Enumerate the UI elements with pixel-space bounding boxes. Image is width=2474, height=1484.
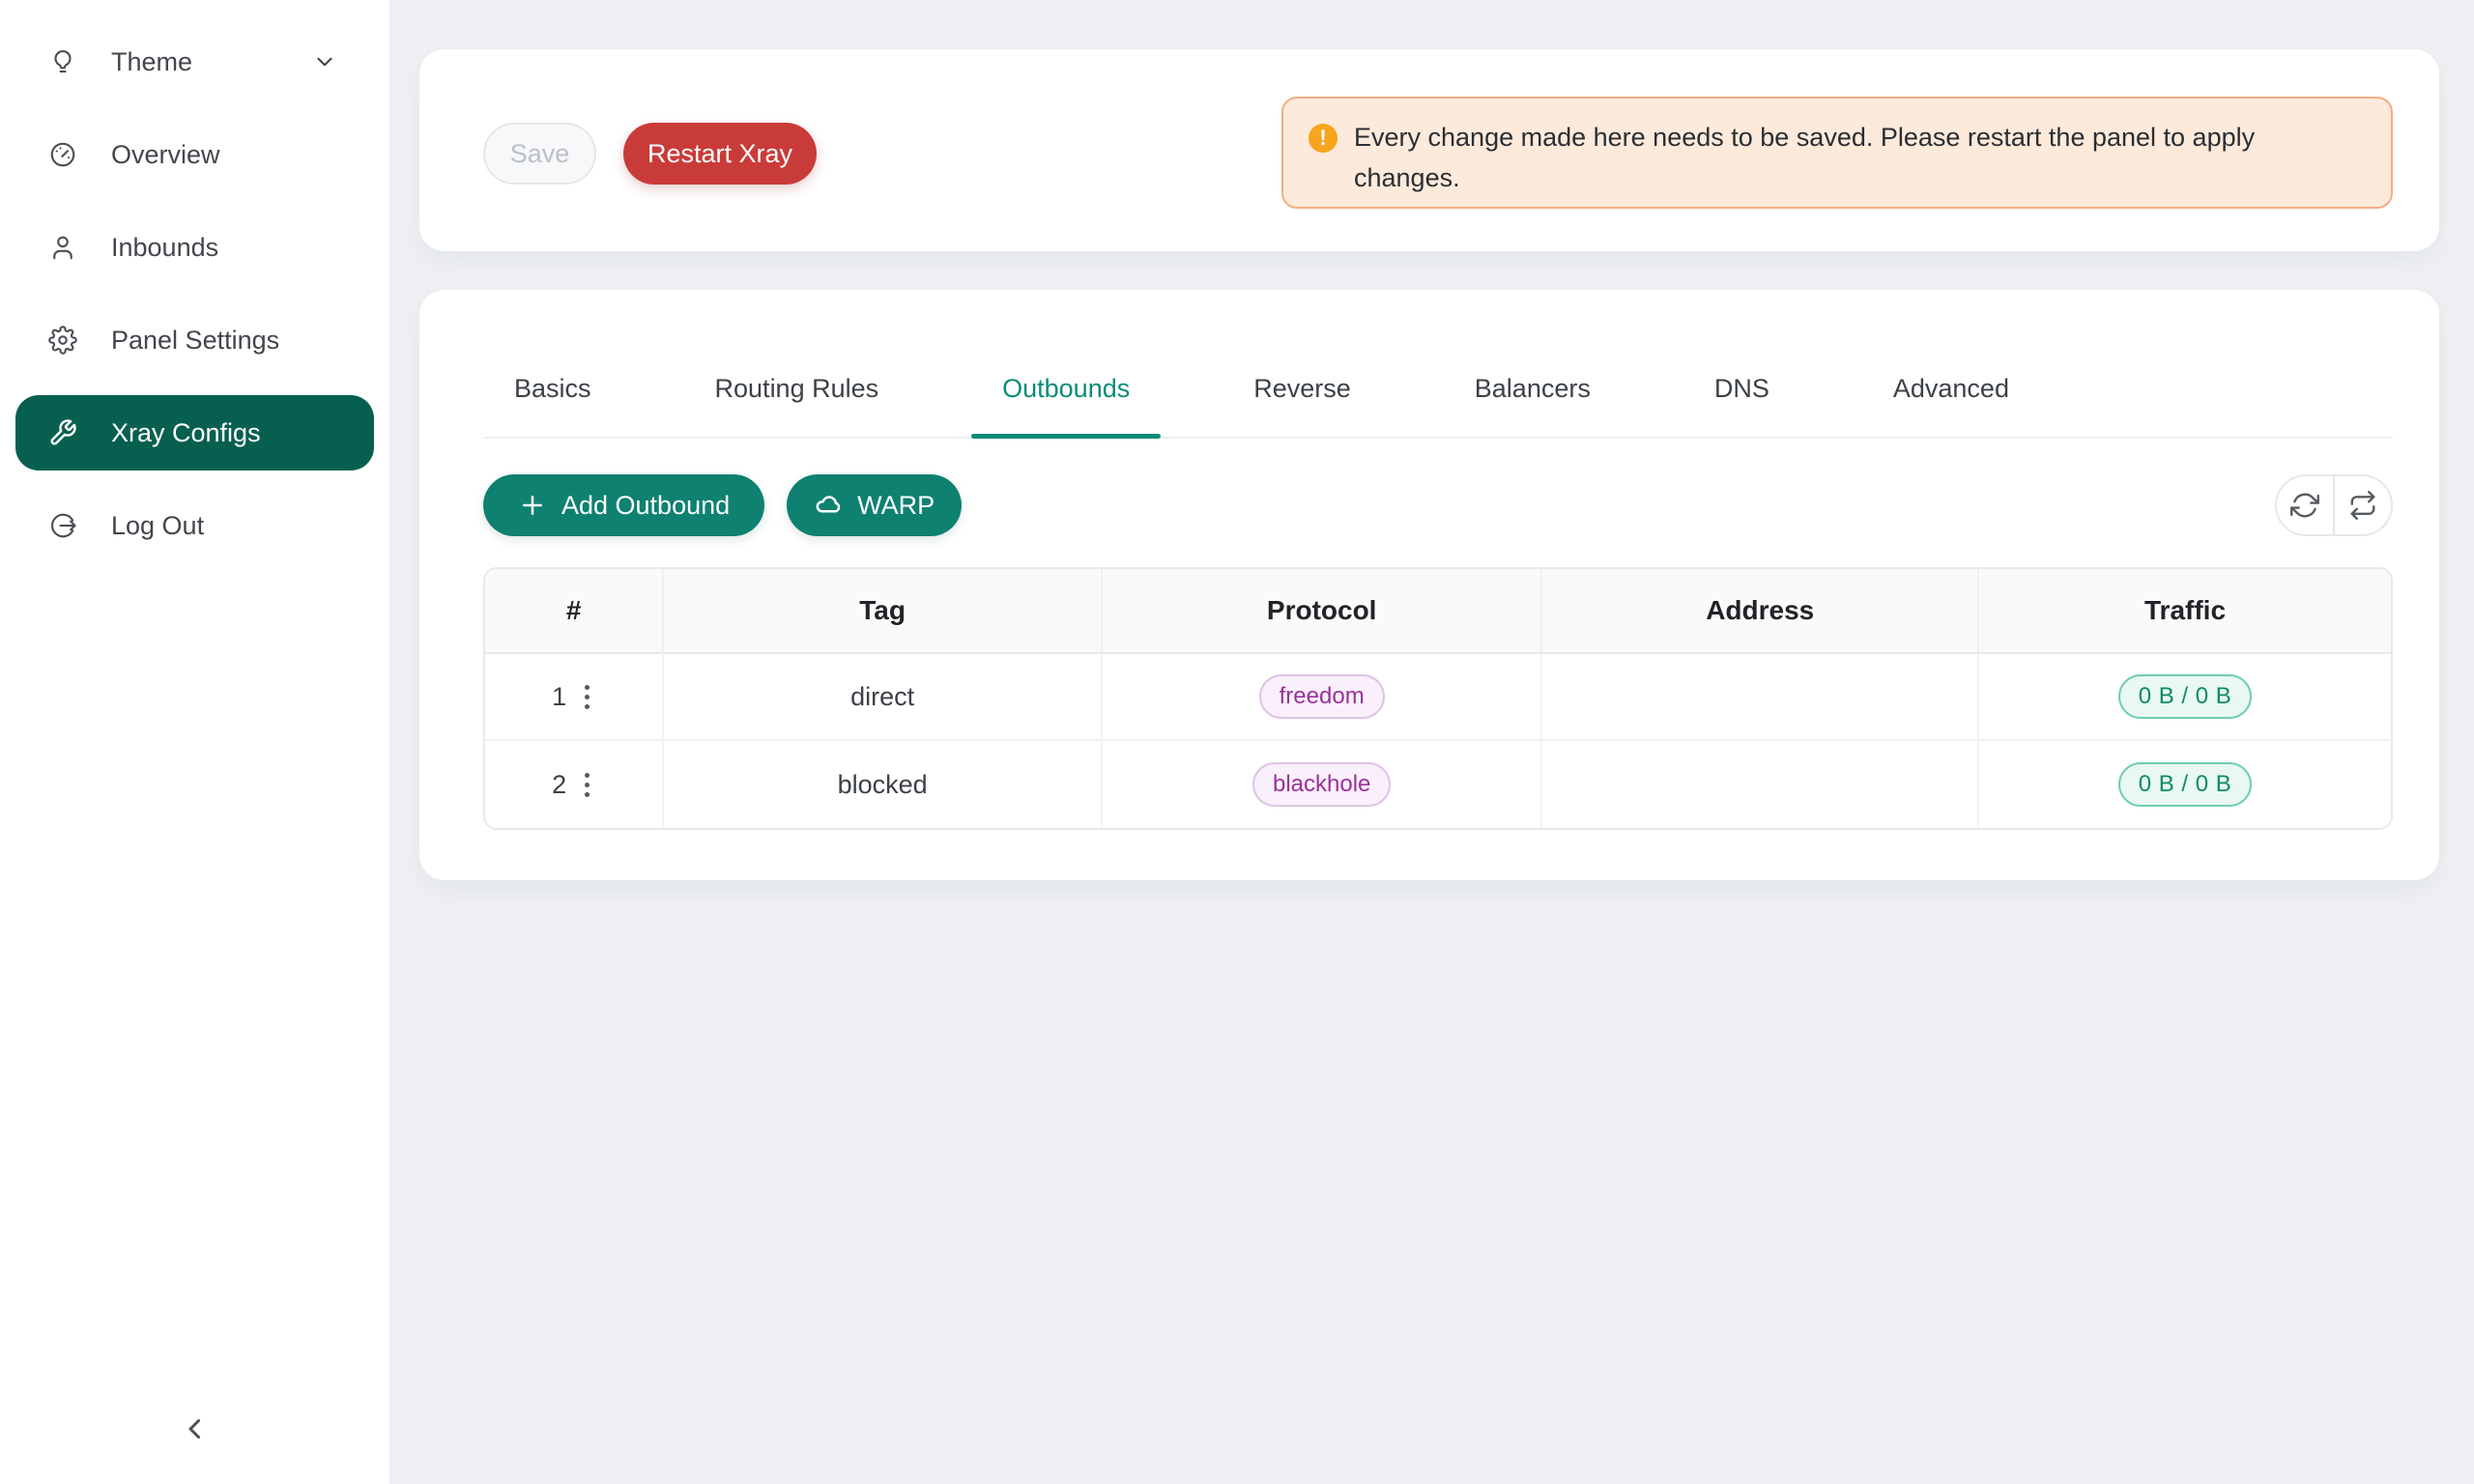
refresh-icon [2290, 491, 2319, 520]
tab-reverse[interactable]: Reverse [1223, 371, 1382, 437]
refresh-button[interactable] [2277, 476, 2335, 534]
tab-bar: Basics Routing Rules Outbounds Reverse B… [483, 371, 2393, 439]
row-tag: blocked [664, 741, 1103, 828]
sidebar-item-overview[interactable]: Overview [15, 117, 374, 192]
chevron-left-icon [179, 1434, 212, 1448]
protocol-badge: freedom [1259, 674, 1385, 719]
gear-icon [48, 326, 77, 355]
restart-warning-alert: ! Every change made here needs to be sav… [1281, 97, 2393, 209]
cloud-icon [814, 491, 843, 520]
warp-button[interactable]: WARP [787, 474, 962, 536]
warning-icon: ! [1309, 124, 1338, 153]
user-icon [48, 233, 77, 262]
add-outbound-label: Add Outbound [561, 491, 730, 521]
row-address [1542, 741, 1979, 828]
column-header-index: # [485, 569, 664, 654]
column-header-address: Address [1542, 569, 1979, 654]
column-header-tag: Tag [664, 569, 1103, 654]
traffic-badge: 0 B / 0 B [2118, 674, 2253, 719]
chevron-down-icon [312, 49, 337, 74]
protocol-badge: blackhole [1252, 762, 1391, 807]
tab-advanced[interactable]: Advanced [1862, 371, 2040, 437]
tab-basics[interactable]: Basics [483, 371, 622, 437]
dashboard-icon [48, 140, 77, 169]
outbounds-table: # Tag Protocol Address Traffic 1 [483, 567, 2393, 830]
column-header-protocol: Protocol [1103, 569, 1543, 654]
outbound-actions: Add Outbound WARP [483, 474, 2393, 536]
sidebar-item-panel-settings[interactable]: Panel Settings [15, 302, 374, 378]
alert-text: Every change made here needs to be saved… [1354, 117, 2301, 207]
logout-icon [48, 511, 77, 540]
lightbulb-icon [48, 47, 77, 76]
save-button[interactable]: Save [483, 123, 596, 185]
traffic-badge: 0 B / 0 B [2118, 762, 2253, 807]
sidebar-item-inbounds[interactable]: Inbounds [15, 210, 374, 285]
sidebar-item-label: Overview [111, 140, 220, 170]
plus-icon [518, 491, 547, 520]
restart-xray-button[interactable]: Restart Xray [623, 123, 817, 185]
sidebar-collapse-button[interactable] [166, 1407, 224, 1453]
sidebar-item-label: Xray Configs [111, 418, 261, 448]
column-header-traffic: Traffic [1979, 569, 2391, 654]
row-menu-button[interactable] [579, 765, 595, 805]
sidebar-item-label: Panel Settings [111, 326, 279, 356]
row-tag: direct [664, 654, 1103, 741]
sidebar-item-label: Log Out [111, 511, 204, 541]
sidebar: Theme Overview [0, 0, 389, 1484]
reload-outbounds-button[interactable] [2335, 476, 2391, 534]
tab-dns[interactable]: DNS [1683, 371, 1800, 437]
table-row: 2 blocked blackhole 0 B / 0 B [485, 741, 2391, 828]
save-restart-card: Save Restart Xray ! Every change made he… [419, 49, 2439, 251]
table-toolbar [2275, 474, 2393, 536]
tab-routing-rules[interactable]: Routing Rules [684, 371, 910, 437]
row-address [1542, 654, 1979, 741]
xray-panel-app: Theme Overview [0, 0, 2474, 1484]
row-index: 1 [552, 682, 566, 712]
repeat-icon [2348, 491, 2377, 520]
sidebar-item-label: Theme [111, 47, 192, 77]
add-outbound-button[interactable]: Add Outbound [483, 474, 764, 536]
sidebar-item-theme[interactable]: Theme [15, 24, 374, 100]
row-menu-button[interactable] [579, 677, 595, 717]
sidebar-item-label: Inbounds [111, 233, 218, 263]
table-row: 1 direct freedom 0 B / 0 B [485, 654, 2391, 741]
wrench-icon [48, 418, 77, 447]
sidebar-nav: Theme Overview [0, 0, 389, 563]
row-index: 2 [552, 770, 566, 800]
tab-balancers[interactable]: Balancers [1444, 371, 1622, 437]
warp-label: WARP [857, 491, 935, 521]
xray-config-card: Basics Routing Rules Outbounds Reverse B… [419, 290, 2439, 880]
sidebar-item-xray-configs[interactable]: Xray Configs [15, 395, 374, 471]
tab-outbounds[interactable]: Outbounds [971, 371, 1161, 437]
sidebar-item-log-out[interactable]: Log Out [15, 488, 374, 563]
table-header-row: # Tag Protocol Address Traffic [485, 569, 2391, 654]
main-content: Save Restart Xray ! Every change made he… [389, 0, 2474, 1484]
